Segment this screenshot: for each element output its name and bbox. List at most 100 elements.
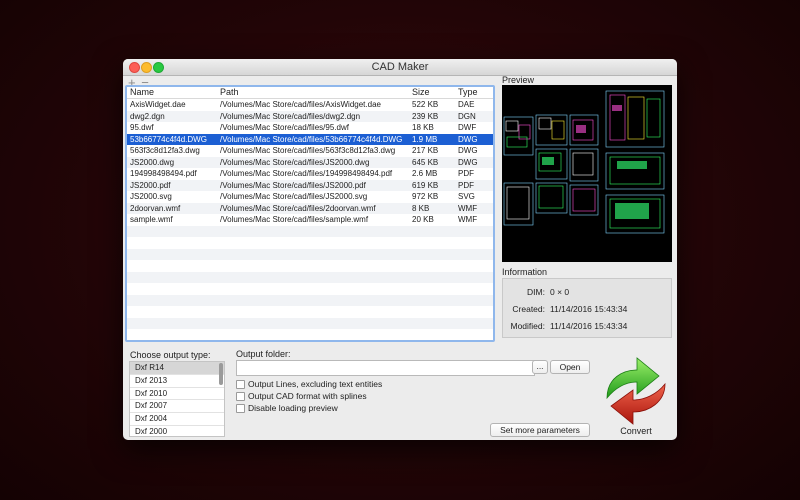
info-modified-key: Modified: [510, 321, 546, 331]
table-row[interactable]: 95.dwf/Volumes/Mac Store/cad/files/95.dw… [127, 122, 493, 134]
cell-size: 2.6 MB [412, 169, 438, 178]
convert-label: Convert [620, 426, 652, 436]
output-type-option[interactable]: Dxf 2000 [130, 426, 224, 436]
cell-name: dwg2.dgn [130, 111, 165, 121]
set-more-parameters-button[interactable]: Set more parameters [490, 423, 590, 437]
cell-path: /Volumes/Mac Store/cad/files/2doorvan.wm… [220, 203, 376, 213]
cell-path: /Volumes/Mac Store/cad/files/JS2000.pdf [220, 180, 366, 190]
cell-size: 1.9 MB [412, 134, 438, 144]
cell-size: 619 KB [412, 180, 439, 190]
option-splines-checkbox[interactable] [236, 392, 245, 401]
cell-size: 18 KB [412, 123, 434, 132]
column-header-type[interactable]: Type [458, 87, 488, 97]
cell-type: DGN [458, 111, 476, 121]
output-type-option[interactable]: Dxf R14 [130, 362, 224, 375]
cell-type: WMF [458, 215, 478, 224]
column-header-name[interactable]: Name [130, 87, 218, 97]
cell-type: PDF [458, 169, 474, 178]
table-row[interactable]: sample.wmf/Volumes/Mac Store/cad/files/s… [127, 214, 493, 226]
cell-name: 53b66774c4f4d.DWG [130, 134, 207, 144]
column-header-size[interactable]: Size [412, 87, 456, 97]
cell-name: AxisWidget.dae [130, 100, 186, 109]
table-row[interactable]: AxisWidget.dae/Volumes/Mac Store/cad/fil… [127, 99, 493, 111]
cad-drawing-preview [503, 90, 665, 234]
option-disable-preview-label: Disable loading preview [248, 403, 338, 413]
info-created-value: 11/14/2016 15:43:34 [550, 304, 628, 314]
open-folder-button[interactable]: Open [550, 360, 590, 374]
cell-type: DWG [458, 157, 478, 167]
empty-table-row[interactable] [127, 317, 493, 329]
empty-table-row[interactable] [127, 260, 493, 272]
cell-name: JS2000.svg [130, 192, 172, 201]
window-title: CAD Maker [371, 61, 429, 73]
output-type-list[interactable]: Dxf R14 Dxf 2013 Dxf 2010 Dxf 2007 Dxf 2004 D… [129, 361, 225, 437]
title-bar[interactable]: CAD Maker [123, 59, 677, 76]
cell-type: PDF [458, 180, 474, 190]
empty-table-row[interactable] [127, 306, 493, 318]
cell-type: WMF [458, 203, 478, 213]
info-created-key: Created: [512, 304, 545, 314]
browse-folder-button[interactable]: ... [532, 360, 548, 374]
option-splines-label: Output CAD format with splines [248, 391, 367, 401]
cell-type: DWF [458, 123, 477, 132]
output-type-option[interactable]: Dxf 2013 [130, 375, 224, 388]
empty-table-row[interactable] [127, 271, 493, 283]
option-disable-preview-checkbox[interactable] [236, 404, 245, 413]
table-row[interactable]: JS2000.pdf/Volumes/Mac Store/cad/files/J… [127, 179, 493, 191]
empty-table-row[interactable] [127, 248, 493, 260]
table-row[interactable]: 563f3c8d12fa3.dwg/Volumes/Mac Store/cad/… [127, 145, 493, 157]
convert-button[interactable]: Convert [597, 354, 675, 438]
column-header-path[interactable]: Path [220, 87, 408, 97]
empty-table-row[interactable] [127, 294, 493, 306]
output-type-option[interactable]: Dxf 2004 [130, 413, 224, 426]
option-output-lines-label: Output Lines, excluding text entities [248, 379, 383, 389]
output-type-scrollbar[interactable] [219, 363, 223, 385]
cell-name: 194998498494.pdf [130, 169, 197, 178]
output-folder-input[interactable] [236, 360, 535, 376]
cell-type: DAE [458, 100, 475, 109]
table-row[interactable]: 2doorvan.wmf/Volumes/Mac Store/cad/files… [127, 202, 493, 214]
output-type-option[interactable]: Dxf 2010 [130, 388, 224, 401]
preview-label: Preview [502, 75, 535, 85]
table-row[interactable]: dwg2.dgn/Volumes/Mac Store/cad/files/dwg… [127, 110, 493, 122]
table-row[interactable]: 53b66774c4f4d.DWG/Volumes/Mac Store/cad/… [127, 133, 493, 145]
cell-path: /Volumes/Mac Store/cad/files/AxisWidget.… [220, 100, 381, 109]
cell-size: 972 KB [412, 192, 439, 201]
cell-size: 645 KB [412, 157, 439, 167]
table-row[interactable]: 194998498494.pdf/Volumes/Mac Store/cad/f… [127, 168, 493, 180]
table-row[interactable]: JS2000.svg/Volumes/Mac Store/cad/files/J… [127, 191, 493, 203]
cad-maker-window: CAD Maker + − Name Path Size Type AxisWi… [123, 59, 677, 440]
cell-path: /Volumes/Mac Store/cad/files/sample.wmf [220, 215, 369, 224]
cad-preview [502, 85, 672, 262]
cell-size: 217 KB [412, 146, 439, 155]
table-row[interactable]: JS2000.dwg/Volumes/Mac Store/cad/files/J… [127, 156, 493, 168]
info-dim-value: 0 × 0 [550, 287, 570, 297]
cell-name: JS2000.pdf [130, 180, 171, 190]
output-type-items: Dxf R14 Dxf 2013 Dxf 2010 Dxf 2007 Dxf 2004 D… [130, 362, 224, 436]
cell-path: /Volumes/Mac Store/cad/files/19499849849… [220, 169, 393, 178]
cell-type: SVG [458, 192, 475, 201]
empty-table-row[interactable] [127, 237, 493, 249]
cell-type: DWG [458, 134, 478, 144]
empty-table-row[interactable] [127, 329, 493, 340]
information-label: Information [502, 267, 548, 277]
cell-name: 2doorvan.wmf [130, 203, 181, 213]
cell-size: 20 KB [412, 215, 434, 224]
cell-path: /Volumes/Mac Store/cad/files/95.dwf [220, 123, 349, 132]
file-table-body: AxisWidget.dae/Volumes/Mac Store/cad/fil… [127, 99, 493, 340]
cell-type: DWG [458, 146, 478, 155]
cell-path: /Volumes/Mac Store/cad/files/JS2000.svg [220, 192, 368, 201]
option-output-lines-checkbox[interactable] [236, 380, 245, 389]
file-table-header: Name Path Size Type [127, 87, 493, 99]
cell-path: /Volumes/Mac Store/cad/files/53b66774c4f… [220, 134, 403, 144]
cell-size: 239 KB [412, 111, 439, 121]
file-table[interactable]: Name Path Size Type AxisWidget.dae/Volum… [125, 85, 495, 342]
empty-table-row[interactable] [127, 283, 493, 295]
cell-size: 8 KB [412, 203, 430, 213]
cell-path: /Volumes/Mac Store/cad/files/JS2000.dwg [220, 157, 370, 167]
info-modified-value: 11/14/2016 15:43:34 [550, 321, 628, 331]
output-type-option[interactable]: Dxf 2007 [130, 400, 224, 414]
empty-table-row[interactable] [127, 225, 493, 237]
convert-arrows-icon [606, 357, 666, 425]
info-dim-key: DIM: [527, 287, 545, 297]
